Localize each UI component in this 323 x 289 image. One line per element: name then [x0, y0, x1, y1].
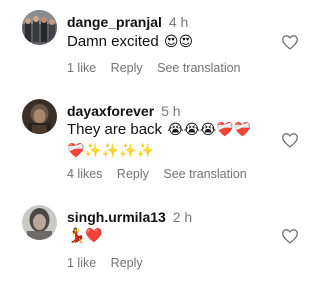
reply-button[interactable]: Reply: [117, 167, 149, 181]
heart-outline-icon[interactable]: [281, 132, 299, 148]
comment-actions: 1 like Reply See translation: [67, 61, 252, 75]
comment-emojis-line2: ❤️‍🩹✨✨✨✨: [67, 143, 155, 159]
heart-outline-icon[interactable]: [281, 34, 299, 50]
comment-emojis: 😭😭😭❤️‍🩹❤️‍🩹: [167, 122, 252, 138]
reply-button[interactable]: Reply: [111, 61, 143, 75]
likes-count[interactable]: 4 likes: [67, 167, 102, 181]
reply-button[interactable]: Reply: [111, 256, 143, 270]
username[interactable]: dayaxforever: [67, 103, 154, 119]
timestamp: 5 h: [161, 103, 181, 119]
comment-actions: 4 likes Reply See translation: [67, 167, 258, 181]
timestamp: 2 h: [172, 209, 193, 225]
avatar[interactable]: [22, 205, 57, 240]
heart-outline-icon[interactable]: [281, 228, 299, 244]
avatar[interactable]: [22, 99, 57, 134]
comment-actions: 1 like Reply: [67, 256, 154, 270]
comment-text: They are back 😭😭😭❤️‍🩹❤️‍🩹: [67, 121, 251, 139]
see-translation-button[interactable]: See translation: [163, 167, 246, 181]
username[interactable]: singh.urmila13: [67, 209, 166, 225]
timestamp: 4 h: [168, 14, 189, 30]
comment-header: dange_pranjal 4 h: [67, 14, 188, 30]
likes-count[interactable]: 1 like: [67, 256, 96, 270]
likes-count[interactable]: 1 like: [67, 61, 96, 75]
comment-header: singh.urmila13 2 h: [67, 209, 192, 225]
comment-emojis: 💃❤️: [68, 228, 103, 244]
comment-header: dayaxforever 5 h: [67, 103, 181, 119]
comment-emojis: 😍😍: [163, 34, 194, 50]
see-translation-button[interactable]: See translation: [157, 61, 240, 75]
comment-text-content: They are back: [67, 121, 163, 138]
username[interactable]: dange_pranjal: [67, 14, 162, 30]
comment-text: Damn excited 😍😍: [67, 33, 193, 51]
comment-text-content: Damn excited: [67, 33, 159, 50]
comment-text: 💃❤️: [67, 227, 103, 245]
avatar[interactable]: [22, 10, 57, 45]
